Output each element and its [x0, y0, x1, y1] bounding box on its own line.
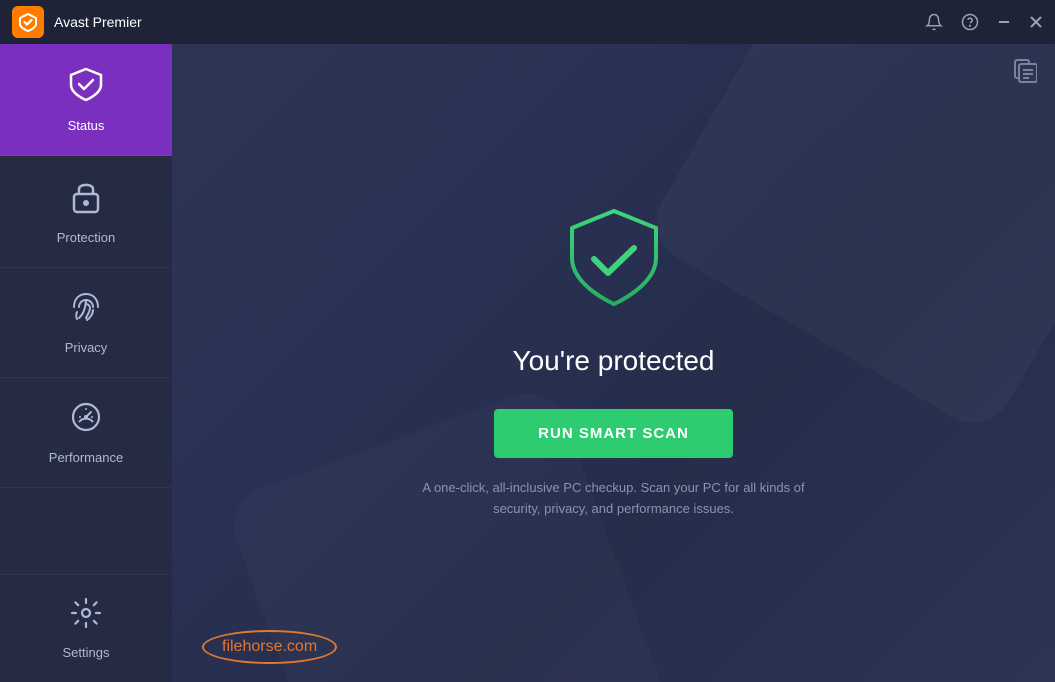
sidebar-item-settings-label: Settings [63, 645, 110, 660]
help-button[interactable] [961, 13, 979, 31]
protected-shield-icon [564, 206, 664, 321]
sidebar-item-protection-label: Protection [57, 230, 116, 245]
window-controls [925, 13, 1043, 31]
privacy-fingerprint-icon [69, 290, 103, 332]
protected-status-text: You're protected [512, 345, 714, 377]
notification-bell-button[interactable] [925, 13, 943, 31]
run-smart-scan-button[interactable]: RUN SMART SCAN [494, 409, 733, 458]
watermark-text: filehorse.com [222, 638, 317, 655]
status-shield-icon [68, 66, 104, 110]
main-content: You're protected RUN SMART SCAN A one-cl… [172, 44, 1055, 682]
minimize-button[interactable] [997, 15, 1011, 29]
sidebar-spacer [0, 488, 172, 574]
license-icon-button[interactable] [1011, 58, 1037, 90]
watermark: filehorse.com [202, 630, 337, 664]
settings-gear-icon [70, 597, 102, 637]
watermark-oval: filehorse.com [202, 630, 337, 664]
sidebar-item-performance-label: Performance [49, 450, 123, 465]
scan-description-text: A one-click, all-inclusive PC checkup. S… [414, 478, 814, 520]
sidebar-item-privacy-label: Privacy [65, 340, 108, 355]
protection-lock-icon [70, 178, 102, 222]
app-logo [12, 6, 44, 38]
sidebar-item-protection[interactable]: Protection [0, 156, 172, 268]
sidebar: Status Protection [0, 44, 172, 682]
title-bar: Avast Premier [0, 0, 1055, 44]
sidebar-item-status-label: Status [68, 118, 105, 133]
sidebar-item-privacy[interactable]: Privacy [0, 268, 172, 378]
sidebar-item-settings[interactable]: Settings [0, 574, 172, 682]
close-button[interactable] [1029, 15, 1043, 29]
performance-gauge-icon [69, 400, 103, 442]
app-title: Avast Premier [54, 14, 142, 30]
sidebar-item-performance[interactable]: Performance [0, 378, 172, 488]
main-layout: Status Protection [0, 44, 1055, 682]
sidebar-item-status[interactable]: Status [0, 44, 172, 156]
